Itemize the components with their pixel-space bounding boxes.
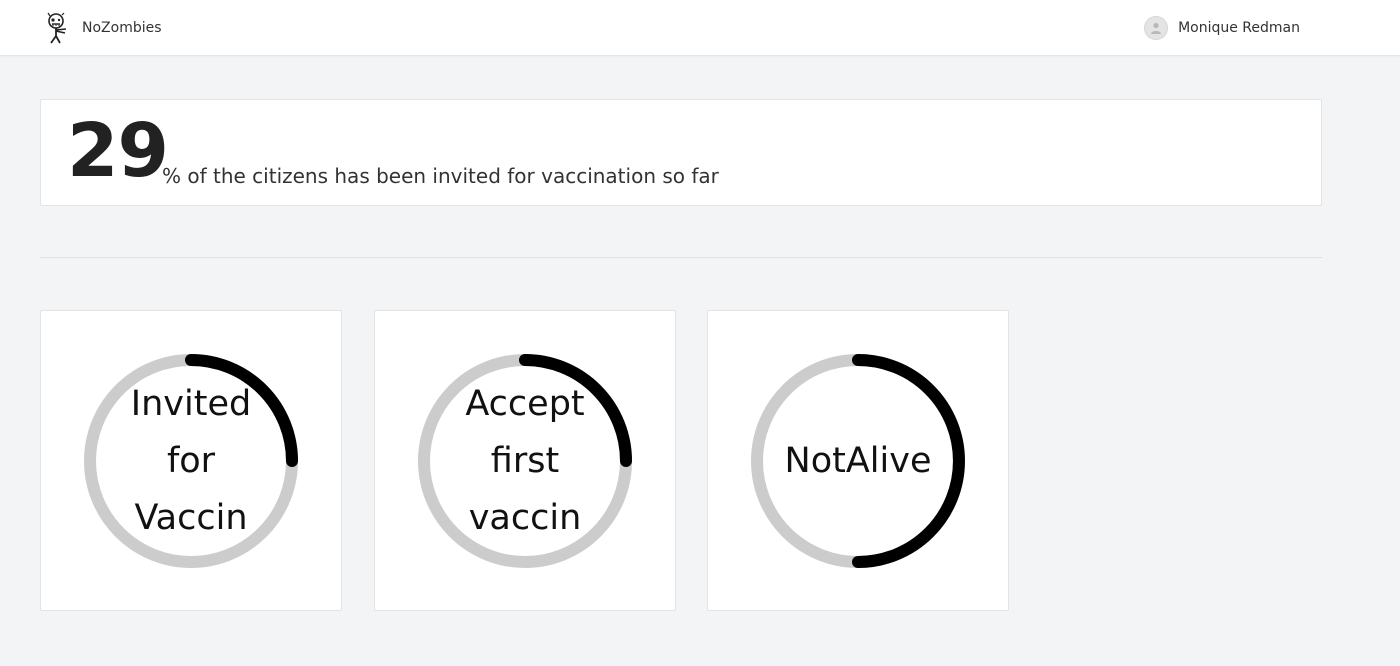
section-divider bbox=[40, 257, 1322, 258]
zombie-logo-icon bbox=[47, 12, 67, 44]
ring-progress bbox=[519, 354, 632, 467]
ring-progress bbox=[185, 354, 298, 467]
vaccination-summary-card: 29 % of the citizens has been invited fo… bbox=[40, 99, 1322, 206]
gauge-card-not-alive: NotAlive bbox=[707, 310, 1009, 611]
ring-progress bbox=[852, 354, 965, 568]
user-menu[interactable]: Monique Redman bbox=[1144, 14, 1300, 42]
top-navbar: NoZombies Monique Redman bbox=[0, 0, 1400, 56]
progress-ring bbox=[84, 354, 298, 568]
user-avatar-icon bbox=[1144, 16, 1169, 40]
user-name: Monique Redman bbox=[1178, 20, 1300, 36]
summary-value: 29 bbox=[67, 108, 169, 194]
gauge-card-accept-first: Accept first vaccin bbox=[374, 310, 676, 611]
progress-ring bbox=[418, 354, 632, 568]
progress-ring bbox=[751, 354, 965, 568]
gauge-card-invited: Invited for Vaccin bbox=[40, 310, 342, 611]
app-name: NoZombies bbox=[82, 20, 162, 36]
summary-caption: % of the citizens has been invited for v… bbox=[162, 164, 719, 188]
brand-link[interactable]: NoZombies bbox=[40, 10, 162, 46]
